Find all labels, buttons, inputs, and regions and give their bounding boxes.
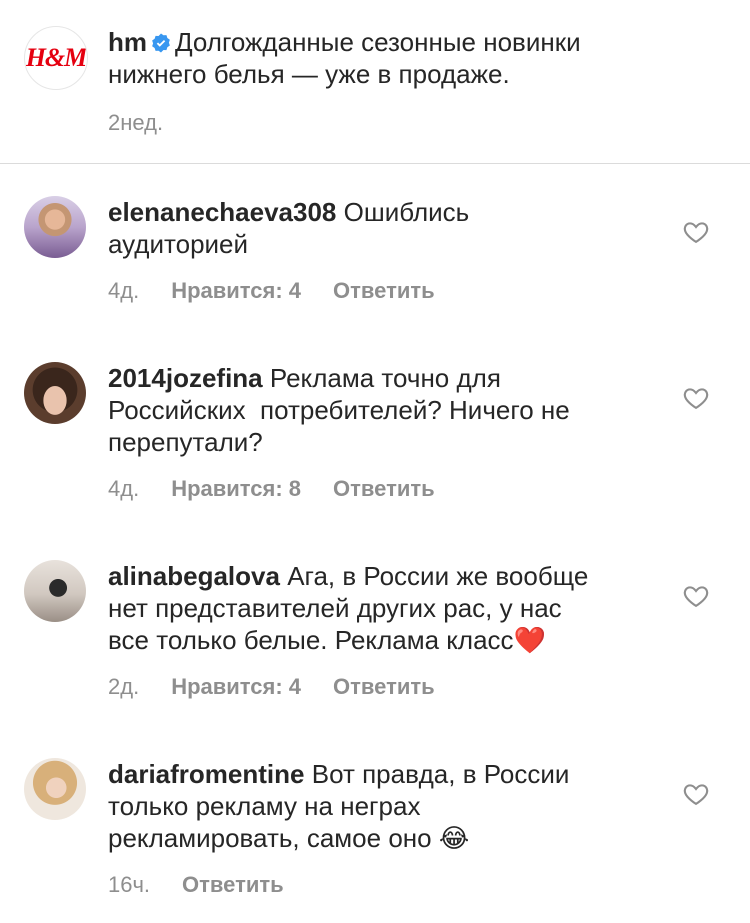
caption-body: Долгожданные сезонные новинки нижнего бе…: [108, 27, 581, 89]
comment-text: 2014jozefina Реклама точно для Российски…: [108, 362, 668, 458]
verified-badge-icon: [152, 33, 170, 53]
comment-time: 16ч.: [108, 872, 151, 897]
reply-button[interactable]: Ответить: [333, 278, 435, 304]
like-heart-icon[interactable]: [682, 582, 710, 610]
heart-emoji-icon: ❤️: [513, 625, 546, 655]
comment-text: elenanechaeva308 Ошиблись аудиторией: [108, 196, 668, 260]
reply-button[interactable]: Ответить: [333, 476, 435, 502]
likes-count[interactable]: Нравится: 4: [171, 278, 301, 304]
comment-avatar[interactable]: [24, 758, 86, 820]
comment-avatar[interactable]: [24, 560, 86, 622]
like-heart-icon[interactable]: [682, 384, 710, 412]
comment-meta: 4д. Нравится: 4 Ответить: [108, 278, 467, 304]
caption-text: hm Долгожданные сезонные новинки нижнего …: [108, 26, 728, 90]
comment-username[interactable]: alinabegalova: [108, 561, 280, 591]
comment-meta: 16ч. Ответить: [108, 872, 316, 898]
laughing-emoji-icon: 😂: [438, 823, 470, 853]
comment-username[interactable]: elenanechaeva308: [108, 197, 336, 227]
hm-logo-text: H&M: [25, 43, 87, 72]
comment-time: 4д.: [108, 278, 140, 303]
comment-avatar[interactable]: [24, 196, 86, 258]
comment-meta: 2д. Нравится: 4 Ответить: [108, 674, 467, 700]
reply-button[interactable]: Ответить: [333, 674, 435, 700]
comment-text: alinabegalova Ага, в России же вообще не…: [108, 560, 668, 656]
comment-time: 2д.: [108, 674, 140, 699]
comment-text: dariafromentine Вот правда, в России тол…: [108, 758, 668, 854]
comment-meta: 4д. Нравится: 8 Ответить: [108, 476, 467, 502]
like-heart-icon[interactable]: [682, 218, 710, 246]
likes-count[interactable]: Нравится: 4: [171, 674, 301, 700]
comment-time: 4д.: [108, 476, 140, 501]
reply-button[interactable]: Ответить: [182, 872, 284, 898]
comment-username[interactable]: 2014jozefina: [108, 363, 263, 393]
caption-meta: 2нед.: [108, 110, 195, 136]
caption-username[interactable]: hm: [108, 27, 147, 57]
likes-count[interactable]: Нравится: 8: [171, 476, 301, 502]
comment-avatar[interactable]: [24, 362, 86, 424]
post-caption: H&M hm Долгожданные сезонные новинки нижн…: [0, 0, 750, 164]
hm-avatar[interactable]: H&M: [24, 26, 88, 90]
comment-username[interactable]: dariafromentine: [108, 759, 305, 789]
like-heart-icon[interactable]: [682, 780, 710, 808]
caption-time: 2нед.: [108, 110, 164, 135]
